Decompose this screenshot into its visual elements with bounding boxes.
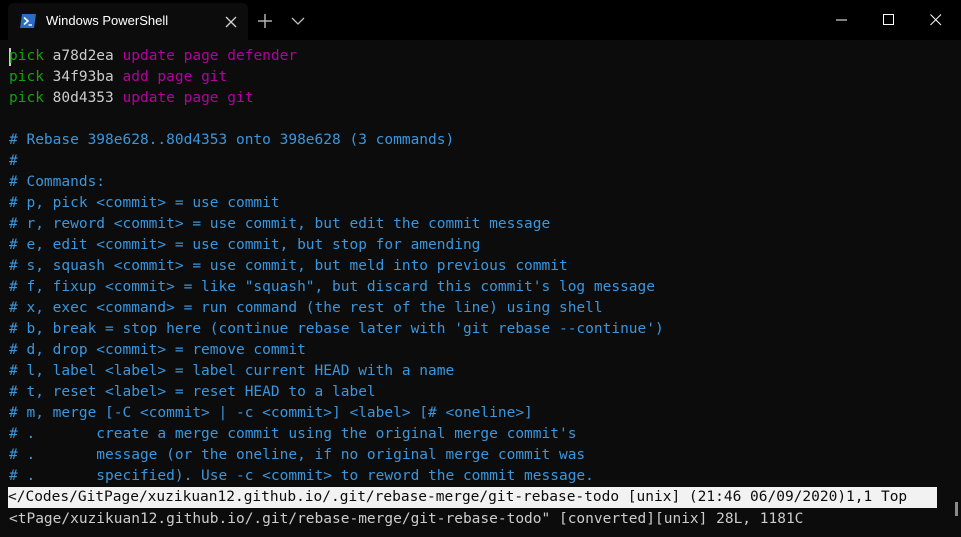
terminal-area[interactable]: pick a78d2ea update page defender pick 3…: [0, 40, 961, 537]
comment-line: # . message (or the oneline, if no origi…: [9, 447, 586, 463]
minimize-button[interactable]: [819, 0, 865, 40]
todo-line: pick a78d2ea update page defender: [9, 46, 297, 67]
todo-command: pick: [9, 48, 44, 64]
comment-line: # Commands:: [9, 174, 106, 190]
comment-line: #: [9, 153, 18, 169]
comment-line: # . specified). Use -c <commit> to rewor…: [9, 468, 594, 484]
maximize-icon: [883, 14, 894, 25]
comment-line: # s, squash <commit> = use commit, but m…: [9, 258, 568, 274]
commit-hash: a78d2ea: [52, 48, 114, 64]
tab-close-icon[interactable]: [222, 13, 240, 31]
commit-message: add page git: [122, 69, 228, 85]
comment-line: # Rebase 398e628..80d4353 onto 398e628 (…: [9, 132, 455, 148]
commit-hash: 80d4353: [52, 90, 114, 106]
comment-line: # e, edit <commit> = use commit, but sto…: [9, 237, 481, 253]
comment-line: # f, fixup <commit> = like "squash", but…: [9, 279, 656, 295]
comment-line: # b, break = stop here (continue rebase …: [9, 321, 664, 337]
comment-line: # r, reword <commit> = use commit, but e…: [9, 216, 551, 232]
scrollbar-thumb[interactable]: [955, 502, 958, 516]
comment-line: # l, label <label> = label current HEAD …: [9, 363, 455, 379]
todo-line: pick 34f93ba add page git: [9, 67, 227, 88]
maximize-button[interactable]: [866, 0, 912, 40]
powershell-icon: [20, 14, 36, 28]
commit-message: update page defender: [122, 48, 298, 64]
close-icon: [930, 14, 942, 26]
comment-line: # d, drop <commit> = remove commit: [9, 342, 306, 358]
comment-line: # x, exec <command> = run command (the r…: [9, 300, 603, 316]
title-bar: Windows PowerShell: [0, 0, 961, 40]
tab-windows-powershell[interactable]: Windows PowerShell: [8, 3, 248, 40]
chevron-down-icon[interactable]: [289, 12, 307, 30]
tab-title: Windows PowerShell: [46, 13, 169, 28]
todo-command: pick: [9, 69, 44, 85]
comment-line: # m, merge [-C <commit> | -c <commit>] <…: [9, 405, 533, 421]
vim-message-line: <tPage/xuzikuan12.github.io/.git/rebase-…: [9, 511, 804, 527]
new-tab-plus-icon[interactable]: [255, 11, 275, 31]
comment-line: # t, reset <label> = reset HEAD to a lab…: [9, 384, 376, 400]
commit-message: update page git: [122, 90, 254, 106]
todo-line: pick 80d4353 update page git: [9, 88, 253, 109]
minimize-icon: [836, 19, 847, 21]
commit-hash: 34f93ba: [52, 69, 114, 85]
close-window-button[interactable]: [913, 0, 959, 40]
comment-line: # p, pick <commit> = use commit: [9, 195, 280, 211]
comment-line: # . create a merge commit using the orig…: [9, 426, 577, 442]
todo-command: pick: [9, 90, 44, 106]
vim-status-line: </Codes/GitPage/xuzikuan12.github.io/.gi…: [8, 487, 937, 508]
